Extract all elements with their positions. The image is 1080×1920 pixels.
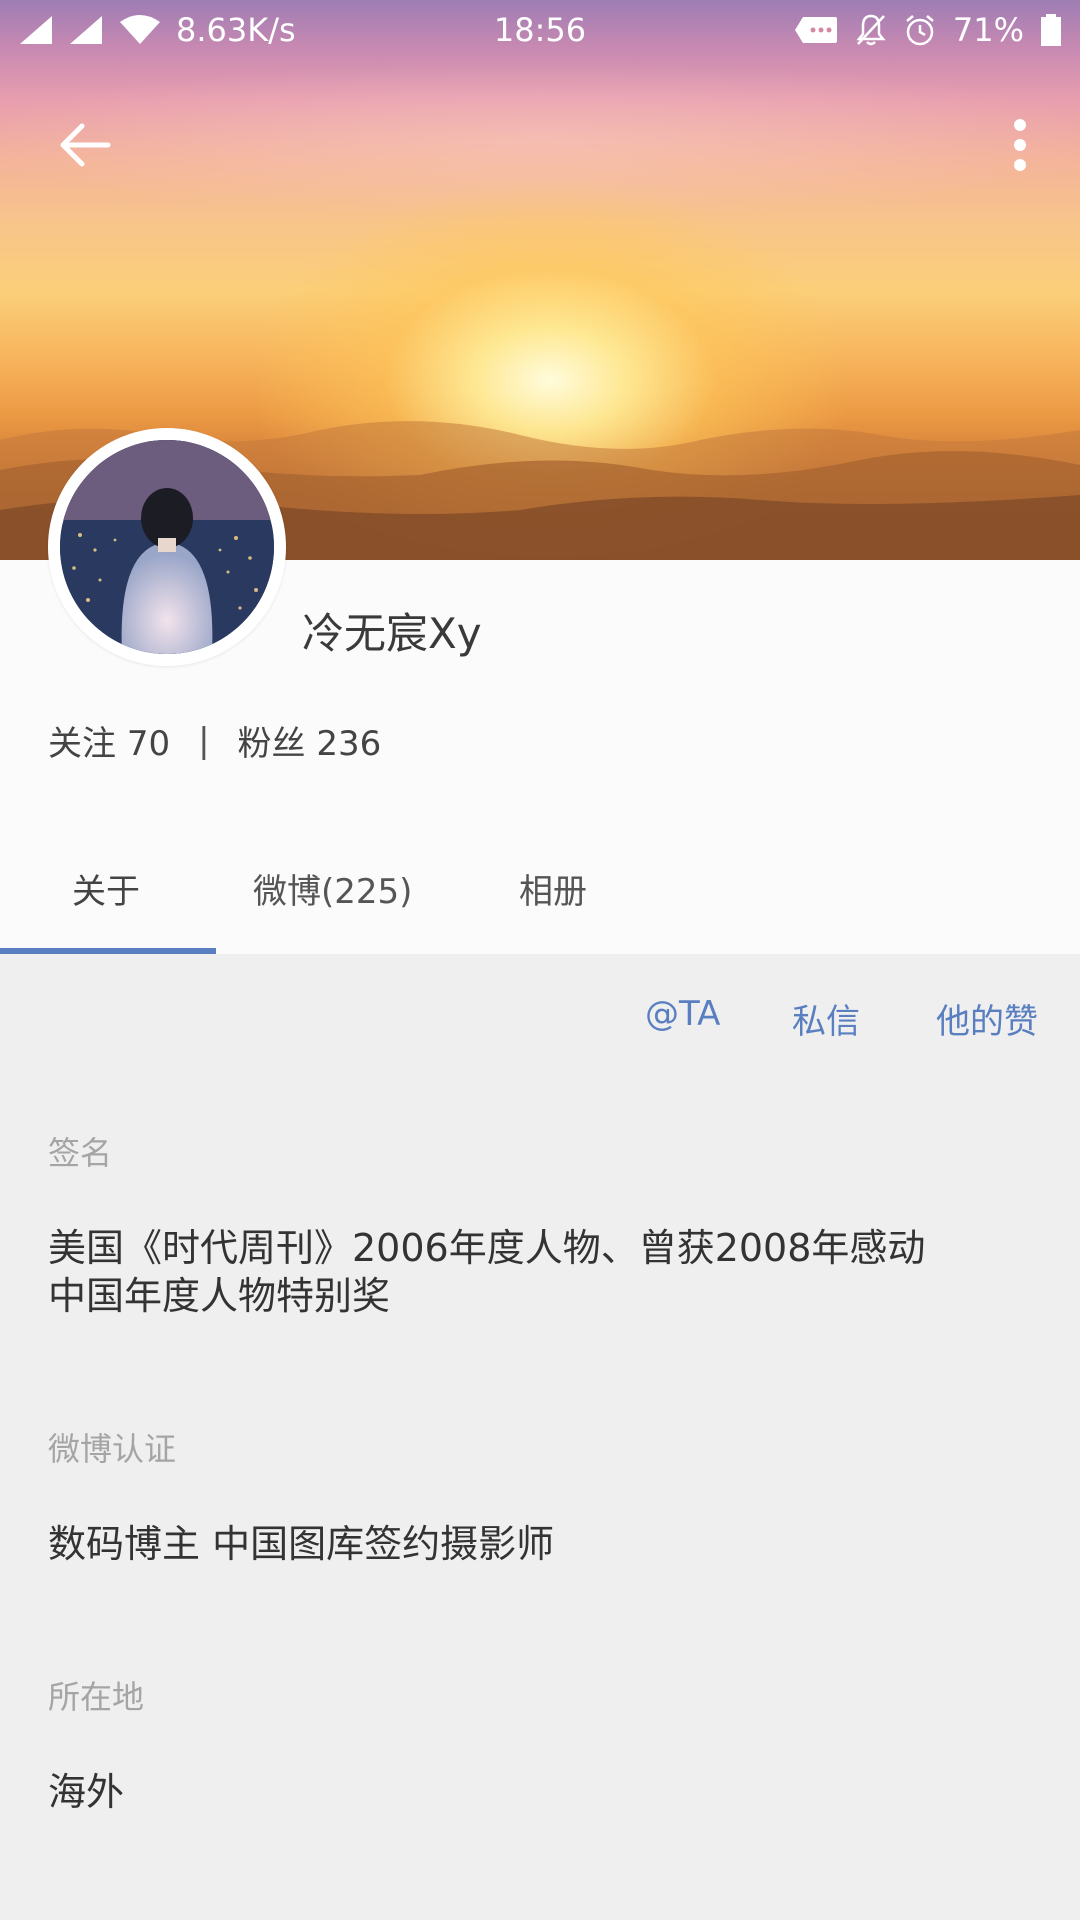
location-value: 海外	[48, 1770, 125, 1814]
battery-percent: 71%	[952, 11, 1024, 49]
profile-tabs: 关于 微博(225) 相册	[0, 830, 1080, 954]
clock: 18:56	[493, 11, 587, 49]
verification-label: 微博认证	[48, 1430, 177, 1468]
private-message-link[interactable]: 私信	[792, 994, 860, 1043]
signature-line-1: 美国《时代周刊》2006年度人物、曾获2008年感动	[48, 1226, 926, 1270]
location-label: 所在地	[48, 1678, 145, 1716]
profile-screen: 8.63K/s 18:56 71% 冷无宸Xy 关注 70 | 粉丝 236 关…	[0, 0, 1080, 1920]
mute-icon	[855, 13, 887, 47]
message-icon	[793, 15, 839, 45]
action-links: @TA 私信 他的赞	[0, 954, 1080, 1074]
tab-weibo[interactable]: 微博(225)	[253, 864, 412, 913]
battery-icon	[1040, 13, 1062, 47]
signature-label: 签名	[48, 1134, 113, 1172]
cover-cloud	[0, 60, 1080, 220]
liked-link[interactable]: 他的赞	[936, 994, 1038, 1043]
avatar-image	[60, 440, 274, 654]
following-count: 70	[126, 724, 171, 764]
avatar[interactable]	[48, 428, 286, 666]
following-stat[interactable]: 关注 70	[48, 716, 170, 765]
back-arrow-icon	[60, 123, 111, 167]
following-label: 关注	[48, 724, 116, 764]
tab-about[interactable]: 关于	[72, 864, 140, 913]
follow-stats: 关注 70 | 粉丝 236	[48, 716, 381, 765]
tab-album[interactable]: 相册	[519, 864, 587, 913]
username: 冷无宸Xy	[302, 609, 482, 658]
verification-value: 数码博主 中国图库签约摄影师	[48, 1522, 555, 1566]
followers-stat[interactable]: 粉丝 236	[238, 716, 382, 765]
more-options-button[interactable]	[1000, 110, 1040, 180]
alarm-icon	[903, 13, 937, 47]
mention-link[interactable]: @TA	[645, 994, 720, 1034]
more-vert-icon	[1014, 119, 1026, 171]
followers-label: 粉丝	[237, 724, 306, 764]
signature-line-2: 中国年度人物特别奖	[48, 1274, 391, 1318]
followers-count: 236	[316, 724, 382, 764]
status-bar: 8.63K/s 18:56 71%	[0, 0, 1080, 60]
stat-separator: |	[198, 720, 210, 761]
back-button[interactable]	[50, 115, 120, 175]
